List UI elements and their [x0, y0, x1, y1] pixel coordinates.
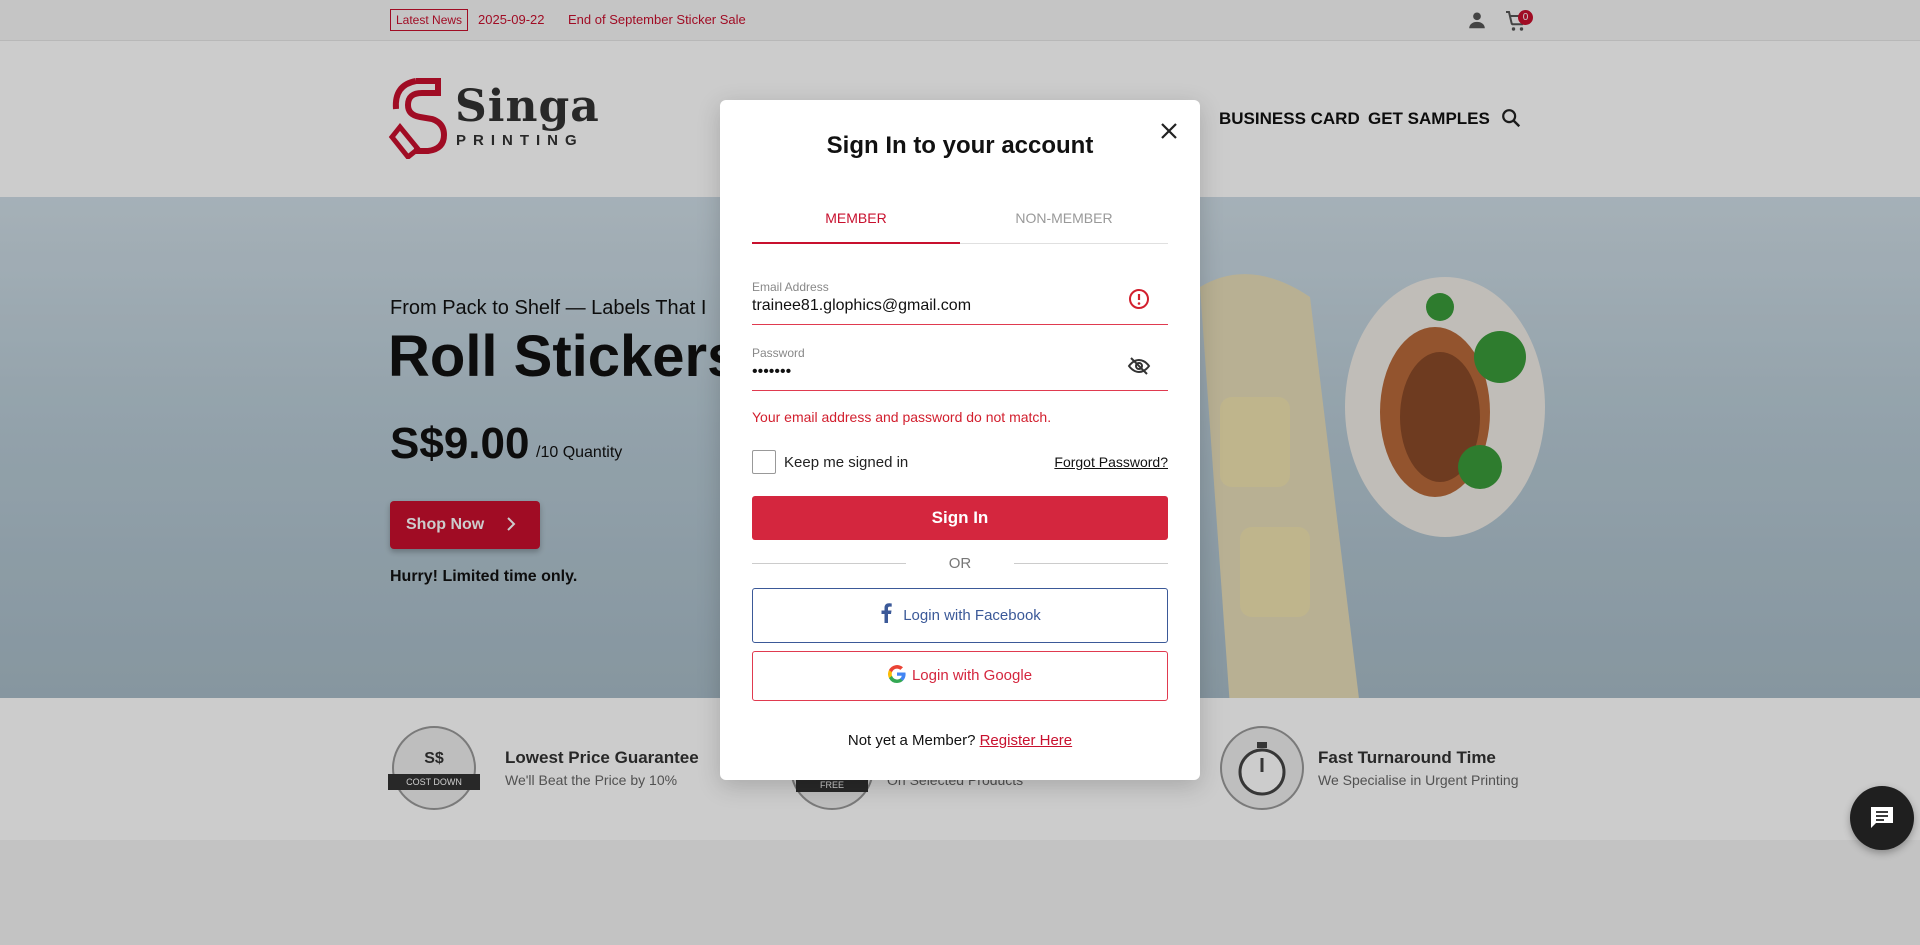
eye-off-icon[interactable] [1127, 354, 1151, 378]
tab-member[interactable]: MEMBER [752, 210, 960, 244]
forgot-password-link[interactable]: Forgot Password? [1054, 454, 1168, 470]
login-with-google-button[interactable]: Login with Google [752, 651, 1168, 701]
google-button-label: Login with Google [911, 667, 1033, 684]
register-here-link[interactable]: Register Here [980, 732, 1073, 749]
login-with-facebook-button[interactable]: Login with Facebook [752, 588, 1168, 643]
facebook-icon [881, 603, 892, 623]
email-underline [752, 324, 1168, 325]
password-underline [752, 390, 1168, 391]
or-label: OR [948, 555, 972, 572]
email-field[interactable] [752, 294, 1168, 318]
not-member-text: Not yet a Member? [847, 732, 976, 749]
email-label: Email Address [752, 280, 829, 294]
register-row: Not yet a Member? Register Here [720, 732, 1200, 749]
modal-title: Sign In to your account [826, 132, 1094, 159]
alert-circle-icon [1129, 289, 1149, 309]
password-field[interactable] [752, 360, 1168, 384]
google-icon [887, 665, 906, 683]
chat-widget-button[interactable] [1850, 786, 1914, 850]
keep-signed-in-checkbox[interactable] [752, 450, 776, 474]
chat-icon [1871, 807, 1893, 828]
password-label: Password [752, 346, 805, 360]
facebook-button-label: Login with Facebook [903, 607, 1041, 624]
login-error-message: Your email address and password do not m… [752, 409, 1052, 425]
keep-signed-in-label[interactable]: Keep me signed in [784, 454, 908, 471]
tab-non-member[interactable]: NON-MEMBER [960, 210, 1168, 244]
sign-in-modal: Sign In to your account MEMBER NON-MEMBE… [720, 100, 1200, 780]
sign-in-button[interactable]: Sign In [752, 496, 1168, 540]
